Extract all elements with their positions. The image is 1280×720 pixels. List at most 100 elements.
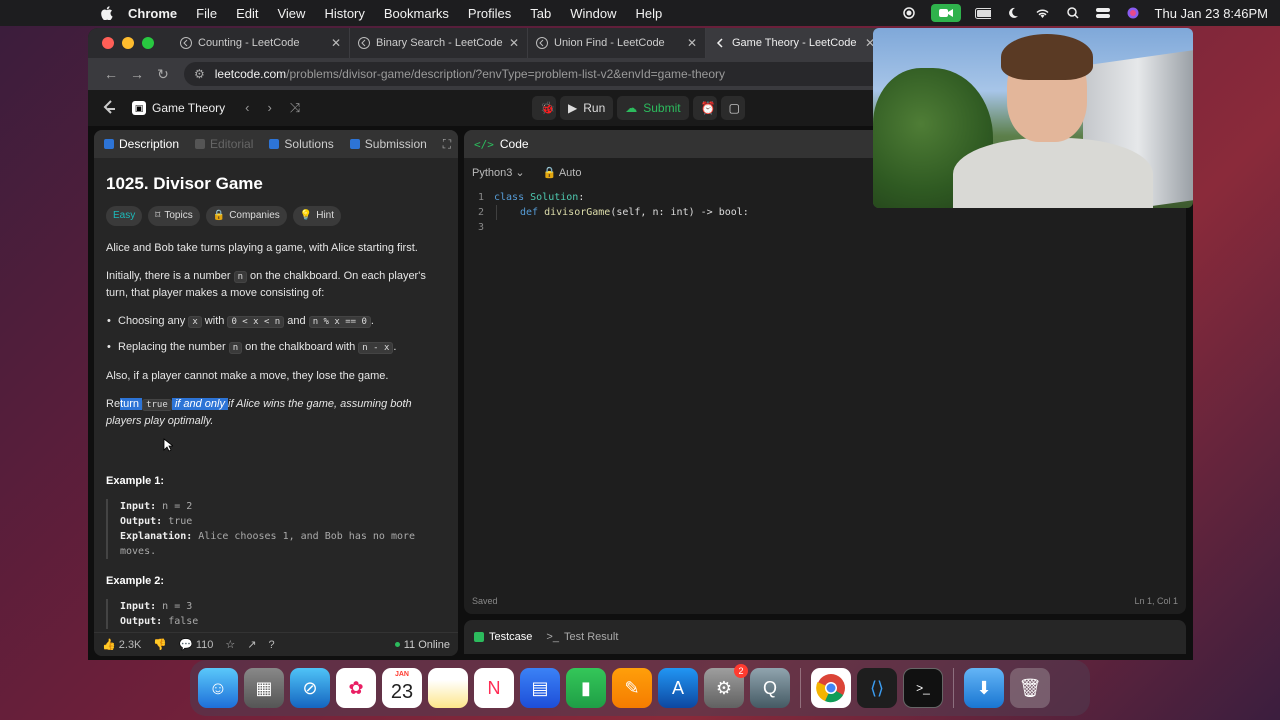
facetime-icon[interactable] (930, 4, 961, 22)
site-settings-icon[interactable]: ⚙ (194, 67, 205, 81)
downloads-folder-icon[interactable]: ⬇ (964, 668, 1004, 708)
apple-icon[interactable] (100, 6, 114, 20)
forward-icon[interactable]: → (124, 66, 150, 82)
pages-icon[interactable]: ✎ (612, 668, 652, 708)
menu-tab[interactable]: Tab (530, 6, 551, 21)
previous-problem-icon[interactable]: ‹ (245, 100, 249, 116)
tab-description[interactable]: Description (104, 137, 179, 151)
tab-solutions[interactable]: Solutions (269, 137, 334, 151)
browser-tab[interactable]: Binary Search - LeetCode ✕ (350, 28, 528, 58)
language-select[interactable]: Python3 ⌄ (472, 166, 525, 179)
spotlight-search-icon[interactable] (1065, 6, 1081, 20)
problem-list-selector[interactable]: ▣ Game Theory (132, 101, 225, 115)
url-path: /problems/divisor-game/description/?envT… (286, 67, 726, 81)
menu-help[interactable]: Help (636, 6, 663, 21)
zoom-window-button[interactable] (142, 37, 154, 49)
problem-tags: Easy ⌑ Topics 🔒 Companies 💡 Hint (106, 206, 446, 226)
test-panel: Testcase >_ Test Result (464, 620, 1186, 654)
topics-tag[interactable]: ⌑ Topics (148, 206, 200, 226)
close-tab-icon[interactable]: ✕ (509, 36, 519, 50)
quicktime-icon[interactable]: Q (750, 668, 790, 708)
problem-content: 1025. Divisor Game Easy ⌑ Topics 🔒 Compani… (94, 158, 458, 629)
list-item: Replacing the number n on the chalkboard… (107, 339, 446, 356)
leetcode-logo-icon[interactable] (102, 100, 118, 116)
tab-submissions[interactable]: Submission (349, 137, 427, 151)
numbers-icon[interactable]: ▮ (566, 668, 606, 708)
submit-button[interactable]: ☁ Submit (617, 96, 689, 120)
browser-tab[interactable]: Union Find - LeetCode ✕ (528, 28, 706, 58)
like-count: 2.3K (118, 639, 142, 651)
like-button[interactable]: 👍 2.3K (102, 638, 141, 651)
next-problem-icon[interactable]: › (268, 100, 272, 116)
menu-edit[interactable]: Edit (236, 6, 258, 21)
tab-label: Description (119, 137, 180, 151)
terminal-icon[interactable]: >_ (903, 668, 943, 708)
app-store-icon[interactable]: A (658, 668, 698, 708)
hint-tag[interactable]: 💡 Hint (292, 206, 342, 226)
wifi-icon[interactable] (1035, 6, 1051, 20)
battery-icon[interactable] (974, 6, 991, 20)
share-icon[interactable]: ↗ (247, 638, 256, 651)
code-line: 3 (477, 222, 484, 233)
control-center-icon[interactable] (1095, 6, 1111, 20)
photos-icon[interactable]: ✿ (336, 668, 376, 708)
help-icon[interactable]: ? (269, 639, 275, 651)
keynote-icon[interactable]: ▤ (520, 668, 560, 708)
tab-editorial[interactable]: Editorial (195, 137, 253, 151)
close-tab-icon[interactable]: ✕ (331, 36, 341, 50)
tab-title: Union Find - LeetCode (554, 37, 665, 49)
launchpad-icon[interactable]: ▦ (244, 668, 284, 708)
notes-icon[interactable]: ▢ (720, 96, 745, 120)
companies-label: Companies (229, 210, 280, 221)
problem-navigation: ‹ › ⤨ (245, 100, 300, 116)
comment-count: 110 (195, 639, 214, 651)
news-icon[interactable]: N (474, 668, 514, 708)
star-icon[interactable]: ☆ (225, 638, 235, 651)
finder-icon[interactable]: ☺ (198, 668, 238, 708)
tab-testcase[interactable]: Testcase (474, 631, 532, 643)
close-window-button[interactable] (102, 37, 114, 49)
run-button[interactable]: ▶ Run (560, 96, 614, 120)
reload-icon[interactable]: ↻ (150, 66, 176, 83)
menubar-clock[interactable]: Thu Jan 23 8:46PM (1155, 6, 1268, 21)
moon-icon[interactable] (1005, 6, 1021, 20)
comments-button[interactable]: 💬 110 (179, 638, 213, 651)
trash-icon[interactable]: 🗑 (1010, 668, 1050, 708)
cloud-upload-icon: ☁ (625, 101, 638, 115)
shuffle-icon[interactable]: ⤨ (290, 100, 300, 116)
menu-view[interactable]: View (277, 6, 305, 21)
auto-mode-toggle[interactable]: 🔒 Auto (543, 166, 582, 179)
vscode-icon[interactable]: ⟨⟩ (857, 668, 897, 708)
browser-tab[interactable]: Counting - LeetCode ✕ (172, 28, 350, 58)
move-rules-list: Choosing any x with 0 < x < n and n % x … (107, 313, 446, 356)
minimize-window-button[interactable] (122, 37, 134, 49)
system-settings-icon[interactable]: ⚙ 2 (704, 664, 748, 708)
menu-history[interactable]: History (324, 6, 364, 21)
calendar-icon[interactable]: JAN 23 (382, 668, 422, 708)
menu-bookmarks[interactable]: Bookmarks (384, 6, 449, 21)
online-dot-icon (394, 642, 400, 647)
timer-icon[interactable]: ⏰ (692, 96, 717, 120)
companies-tag[interactable]: 🔒 Companies (205, 206, 287, 226)
siri-icon[interactable] (1125, 6, 1141, 20)
back-icon[interactable]: ← (98, 66, 124, 82)
example-block: Input: n = 2 Output: true Explanation: A… (106, 499, 446, 559)
chrome-icon[interactable] (811, 668, 851, 708)
problem-list-name: Game Theory (152, 101, 226, 115)
tab-test-result[interactable]: >_ Test Result (546, 631, 618, 643)
menu-file[interactable]: File (196, 6, 217, 21)
notes-app-icon[interactable] (428, 668, 468, 708)
safari-icon[interactable]: ⊘ (290, 668, 330, 708)
editorial-icon (195, 139, 206, 149)
debug-icon[interactable]: 🐞 (532, 96, 556, 120)
maximize-icon[interactable]: ⛶ (443, 137, 451, 152)
window-controls (102, 37, 154, 49)
record-icon[interactable] (901, 6, 917, 20)
menu-profiles[interactable]: Profiles (468, 6, 511, 21)
browser-tab-active[interactable]: Game Theory - LeetCode ✕ (706, 28, 884, 58)
menu-window[interactable]: Window (570, 6, 616, 21)
dislike-icon[interactable]: 👎 (153, 638, 167, 651)
close-tab-icon[interactable]: ✕ (687, 36, 697, 50)
menu-chrome[interactable]: Chrome (128, 6, 177, 21)
online-count: 11 Online (403, 638, 450, 651)
